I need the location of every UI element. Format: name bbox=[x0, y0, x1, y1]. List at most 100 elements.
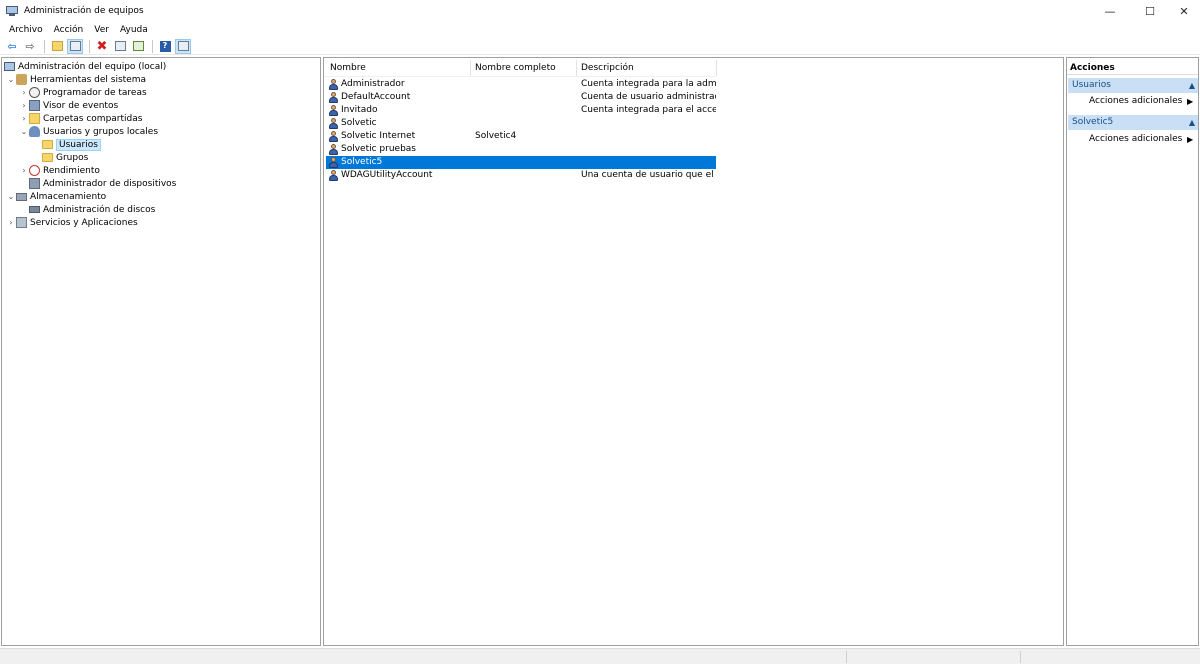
submenu-arrow-icon[interactable]: ▶ bbox=[1187, 95, 1195, 108]
actions-section-usuarios[interactable]: Usuarios ▲ bbox=[1068, 78, 1198, 93]
column-header-descripcion[interactable]: Descripción bbox=[577, 61, 716, 75]
tree-item-label: Herramientas del sistema bbox=[30, 74, 147, 85]
tree-item-label: Administración del equipo (local) bbox=[18, 61, 167, 72]
collapse-chevron-icon[interactable]: ⌄ bbox=[6, 192, 16, 201]
actions-pane: Acciones Usuarios ▲ Acciones adicionales… bbox=[1066, 57, 1199, 646]
menu-accion[interactable]: Acción bbox=[50, 25, 88, 35]
expand-chevron-icon[interactable]: › bbox=[19, 166, 29, 175]
toolbar-separator bbox=[152, 39, 153, 53]
cell-description bbox=[581, 143, 716, 156]
table-row[interactable]: Invitado Cuenta integrada para el acceso… bbox=[326, 104, 716, 117]
toolbar-separator bbox=[89, 39, 90, 53]
cell-name: Solvetic pruebas bbox=[341, 144, 416, 154]
tree-item-visor[interactable]: › Visor de eventos bbox=[19, 99, 118, 112]
header-divider bbox=[324, 76, 716, 77]
cell-full-name: Solvetic4 bbox=[475, 131, 517, 141]
tree-item-carpetas[interactable]: › Carpetas compartidas bbox=[19, 112, 142, 125]
performance-icon bbox=[29, 165, 40, 176]
show-hide-tree-icon[interactable] bbox=[67, 38, 83, 54]
acciones-adicionales-link[interactable]: Acciones adicionales bbox=[1089, 133, 1189, 146]
column-divider[interactable] bbox=[716, 60, 717, 76]
menu-ayuda[interactable]: Ayuda bbox=[116, 25, 152, 35]
actions-section-label: Usuarios bbox=[1072, 80, 1111, 90]
menu-ver[interactable]: Ver bbox=[90, 25, 113, 35]
column-header-nombre-completo[interactable]: Nombre completo bbox=[471, 61, 576, 75]
tree-item-label: Servicios y Aplicaciones bbox=[30, 217, 138, 228]
tree-item-label: Administración de discos bbox=[43, 204, 156, 215]
console-tree-pane[interactable]: Administración del equipo (local) ⌄ Herr… bbox=[1, 57, 321, 646]
tree-item-label: Carpetas compartidas bbox=[43, 113, 143, 124]
cell-full-name bbox=[475, 104, 577, 117]
toolbar: ⇦ ⇨ ✖ ? bbox=[0, 38, 1200, 55]
tree-item-root[interactable]: Administración del equipo (local) bbox=[4, 60, 166, 73]
tree-item-label: Usuarios y grupos locales bbox=[43, 126, 159, 137]
actions-section-solvetic5[interactable]: Solvetic5 ▲ bbox=[1068, 115, 1198, 130]
back-arrow-icon[interactable]: ⇦ bbox=[4, 39, 20, 54]
toolbar-separator bbox=[44, 39, 45, 53]
folder-icon bbox=[42, 140, 53, 149]
cell-full-name bbox=[475, 91, 577, 104]
table-row[interactable]: Solvetic pruebas bbox=[326, 143, 716, 156]
user-list-pane[interactable]: Nombre Nombre completo Descripción Admin… bbox=[323, 57, 1064, 646]
table-row-selected[interactable]: Solvetic5 bbox=[326, 156, 716, 169]
cell-full-name bbox=[475, 143, 577, 156]
cell-full-name bbox=[475, 78, 577, 91]
tree-item-programador[interactable]: › Programador de tareas bbox=[19, 86, 147, 99]
cell-full-name bbox=[475, 156, 577, 169]
tree-item-usuarios[interactable]: Usuarios bbox=[42, 138, 101, 151]
expand-chevron-icon[interactable]: › bbox=[19, 101, 29, 110]
cell-description bbox=[581, 117, 716, 130]
expand-chevron-icon[interactable]: › bbox=[6, 218, 16, 227]
up-folder-icon[interactable] bbox=[49, 39, 65, 54]
collapse-caret-icon[interactable]: ▲ bbox=[1189, 78, 1195, 93]
cell-description bbox=[581, 156, 716, 169]
storage-icon bbox=[16, 192, 27, 201]
tree-item-servicios[interactable]: › Servicios y Aplicaciones bbox=[6, 216, 138, 229]
tree-item-label: Grupos bbox=[56, 152, 89, 163]
expand-chevron-icon[interactable]: › bbox=[19, 114, 29, 123]
expand-chevron-icon[interactable]: › bbox=[19, 88, 29, 97]
close-button[interactable]: ✕ bbox=[1166, 0, 1200, 22]
column-header-nombre[interactable]: Nombre bbox=[326, 61, 470, 75]
tree-item-label: Almacenamiento bbox=[30, 191, 107, 202]
status-separator bbox=[1020, 651, 1021, 663]
collapse-chevron-icon[interactable]: ⌄ bbox=[19, 127, 29, 136]
table-row[interactable]: WDAGUtilityAccount Una cuenta de usuario… bbox=[326, 169, 716, 182]
tree-item-dispositivos[interactable]: Administrador de dispositivos bbox=[29, 177, 176, 190]
forward-arrow-icon[interactable]: ⇨ bbox=[22, 39, 38, 54]
table-row[interactable]: Administrador Cuenta integrada para la a… bbox=[326, 78, 716, 91]
tree-item-label: Programador de tareas bbox=[43, 87, 147, 98]
submenu-arrow-icon[interactable]: ▶ bbox=[1187, 133, 1195, 146]
tree-item-herramientas[interactable]: ⌄ Herramientas del sistema bbox=[6, 73, 146, 86]
tree-item-label: Rendimiento bbox=[43, 165, 100, 176]
cell-name: Invitado bbox=[341, 105, 378, 115]
properties-icon[interactable] bbox=[112, 39, 128, 54]
table-row[interactable]: Solvetic Internet Solvetic4 bbox=[326, 130, 716, 143]
tree-item-almacenamiento[interactable]: ⌄ Almacenamiento bbox=[6, 190, 107, 203]
delete-icon[interactable]: ✖ bbox=[94, 39, 110, 54]
collapse-caret-icon[interactable]: ▲ bbox=[1189, 115, 1195, 130]
computer-management-icon bbox=[6, 5, 18, 17]
table-row[interactable]: DefaultAccount Cuenta de usuario adminis… bbox=[326, 91, 716, 104]
actions-section-label: Solvetic5 bbox=[1072, 117, 1114, 127]
acciones-adicionales-link[interactable]: Acciones adicionales bbox=[1089, 95, 1189, 108]
tree-item-discos[interactable]: Administración de discos bbox=[29, 203, 155, 216]
cell-name: Administrador bbox=[341, 79, 405, 89]
help-icon[interactable]: ? bbox=[157, 39, 173, 54]
tree-item-rendimiento[interactable]: › Rendimiento bbox=[19, 164, 100, 177]
users-group-icon bbox=[29, 126, 40, 137]
menu-bar: Archivo Acción Ver Ayuda bbox=[0, 22, 1200, 38]
table-row[interactable]: Solvetic bbox=[326, 117, 716, 130]
tree-item-grupos[interactable]: Grupos bbox=[42, 151, 88, 164]
tree-item-usuarios-grupos[interactable]: ⌄ Usuarios y grupos locales bbox=[19, 125, 158, 138]
tree-item-label: Visor de eventos bbox=[43, 100, 119, 111]
clock-icon bbox=[29, 87, 40, 98]
cell-full-name bbox=[475, 169, 577, 182]
export-list-icon[interactable] bbox=[130, 39, 146, 54]
collapse-chevron-icon[interactable]: ⌄ bbox=[6, 75, 16, 84]
menu-archivo[interactable]: Archivo bbox=[5, 25, 47, 35]
maximize-button[interactable]: ☐ bbox=[1132, 0, 1168, 22]
minimize-button[interactable]: — bbox=[1092, 0, 1128, 22]
show-hide-action-pane-icon[interactable] bbox=[175, 38, 191, 54]
user-icon bbox=[328, 92, 339, 103]
